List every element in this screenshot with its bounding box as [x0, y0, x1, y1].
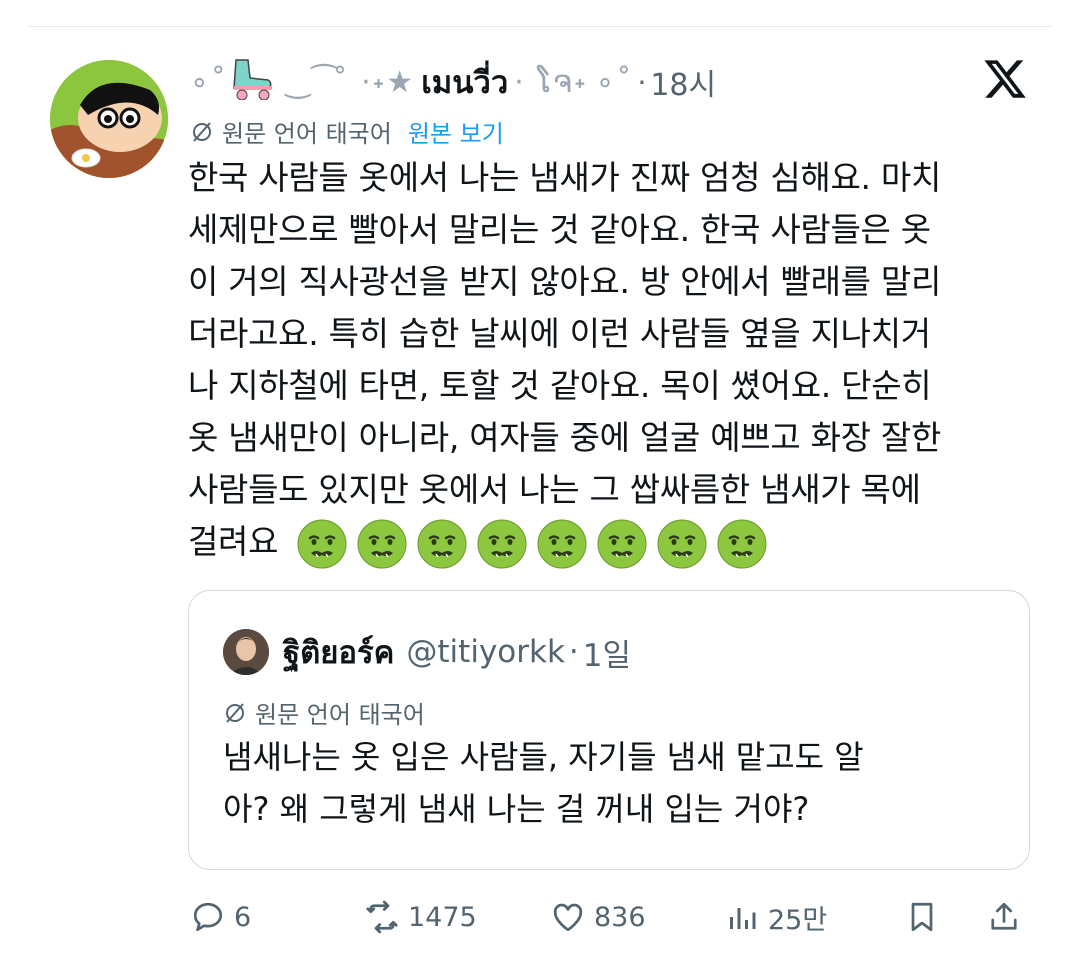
- tweet-timestamp[interactable]: 18시: [650, 60, 716, 104]
- tweet-line: 더라고요. 특히 습한 날씨에 이런 사람들 옆을 지나치거: [188, 314, 931, 353]
- quoted-handle[interactable]: @titiyorkk: [406, 634, 565, 670]
- tweet-header: ∘˚ ‿⁀ ̊ ·˖★ เมนวี่ว · ໂຈ˖ ∘˚ · 18시: [190, 52, 716, 112]
- emoji-row: [296, 518, 768, 570]
- roller-skate-icon: [228, 56, 276, 108]
- views-count: 25만: [768, 904, 828, 936]
- tweet-line: 세제만으로 빨아서 말리는 것 같아요. 한국 사람들은 옷: [188, 210, 931, 249]
- share-icon: [991, 902, 1017, 930]
- nauseated-face-icon: [717, 519, 767, 568]
- quoted-line: 냄새나는 옷 입은 사람들, 자기들 냄새 맡고도 알: [223, 738, 864, 776]
- deco-bubbles-right: ∘˚: [595, 64, 634, 100]
- avatar-image: [50, 60, 168, 178]
- translation-info: 원문 언어 태국어 원본 보기: [190, 114, 504, 149]
- views-chart-icon: [730, 908, 756, 929]
- quoted-translation-info: 원문 언어 태국어: [223, 695, 425, 730]
- bookmark-icon: [911, 902, 933, 932]
- deco-right: · ໂຈ˖: [514, 64, 588, 100]
- nauseated-face-icon: [537, 519, 587, 568]
- deco-stars: ‿⁀ ̊ ·˖★: [285, 64, 416, 100]
- nauseated-face-icon: [477, 519, 527, 568]
- heart-icon: [553, 903, 583, 932]
- tweet-line-last: 걸려요: [188, 516, 1038, 570]
- nauseated-face-icon: [657, 519, 707, 568]
- view-original-link[interactable]: 원본 보기: [408, 114, 504, 149]
- nauseated-face-icon: [297, 519, 347, 568]
- nauseated-face-icon: [597, 519, 647, 568]
- tweet-line: 나 지하철에 타면, 토할 것 같아요. 목이 쎴어요. 단순히: [188, 366, 932, 405]
- tweet-line: 한국 사람들 옷에서 나는 냄새가 진짜 엄청 심해요. 마치: [188, 158, 942, 197]
- quoted-tweet-card[interactable]: ฐิติยอร์ค @titiyorkk · 1일 원문 언어 태국어 냄새나는…: [188, 590, 1030, 870]
- translate-slash-icon: [226, 702, 244, 723]
- reply-icon: [193, 902, 223, 932]
- x-logo-icon[interactable]: [982, 56, 1028, 102]
- retweet-count: 1475: [408, 901, 477, 933]
- quoted-header: ฐิติยอร์ค @titiyorkk · 1일: [283, 627, 631, 677]
- deco-bubbles-left: ∘˚: [190, 64, 228, 100]
- reply-count: 6: [234, 901, 252, 933]
- top-divider: [28, 26, 1052, 27]
- nauseated-face-icon: [357, 519, 407, 568]
- tweet-text: 한국 사람들 옷에서 나는 냄새가 진짜 엄청 심해요. 마치 세제만으로 빨아…: [188, 152, 1038, 570]
- tweet-line: 옷 냄새만이 아니라, 여자들 중에 얼굴 예쁘고 화장 잘한: [188, 418, 942, 457]
- like-button[interactable]: 836: [550, 892, 646, 942]
- translate-slash-icon: [193, 121, 211, 142]
- retweet-icon: [366, 900, 398, 934]
- author-avatar[interactable]: [50, 60, 168, 178]
- tweet-action-bar: 6 1475 836 25만: [190, 892, 1030, 942]
- like-count: 836: [594, 901, 646, 933]
- quoted-translation-label: 원문 언어 태국어: [255, 701, 425, 729]
- reply-button[interactable]: 6: [190, 892, 251, 942]
- tweet-line: 걸려요: [188, 522, 279, 561]
- translation-label: 원문 언어 태국어: [222, 120, 392, 148]
- separator-dot: ·: [568, 634, 579, 670]
- share-button[interactable]: [986, 892, 1030, 942]
- retweet-button[interactable]: 1475: [364, 892, 477, 942]
- bookmark-button[interactable]: [904, 892, 948, 942]
- quoted-avatar-image: [223, 629, 269, 675]
- quoted-line: 아? 왜 그렇게 냄새 나는 걸 꺼내 입는 거야?: [223, 790, 810, 828]
- quoted-display-name[interactable]: ฐิติยอร์ค: [283, 627, 394, 677]
- quoted-text: 냄새나는 옷 입은 사람들, 자기들 냄새 맡고도 알 아? 왜 그렇게 냄새 …: [223, 731, 983, 835]
- author-display-name[interactable]: เมนวี่ว: [421, 57, 508, 107]
- quoted-timestamp[interactable]: 1일: [583, 630, 631, 675]
- nauseated-face-icon: [417, 519, 467, 568]
- quoted-author-avatar[interactable]: [223, 629, 269, 675]
- tweet-line: 이 거의 직사광선을 받지 않아요. 방 안에서 빨래를 말리: [188, 262, 942, 301]
- tweet-line: 사람들도 있지만 옷에서 나는 그 쌉싸름한 냄새가 목에: [188, 470, 921, 509]
- views-button[interactable]: 25만: [724, 892, 827, 942]
- separator-dot: ·: [637, 65, 647, 99]
